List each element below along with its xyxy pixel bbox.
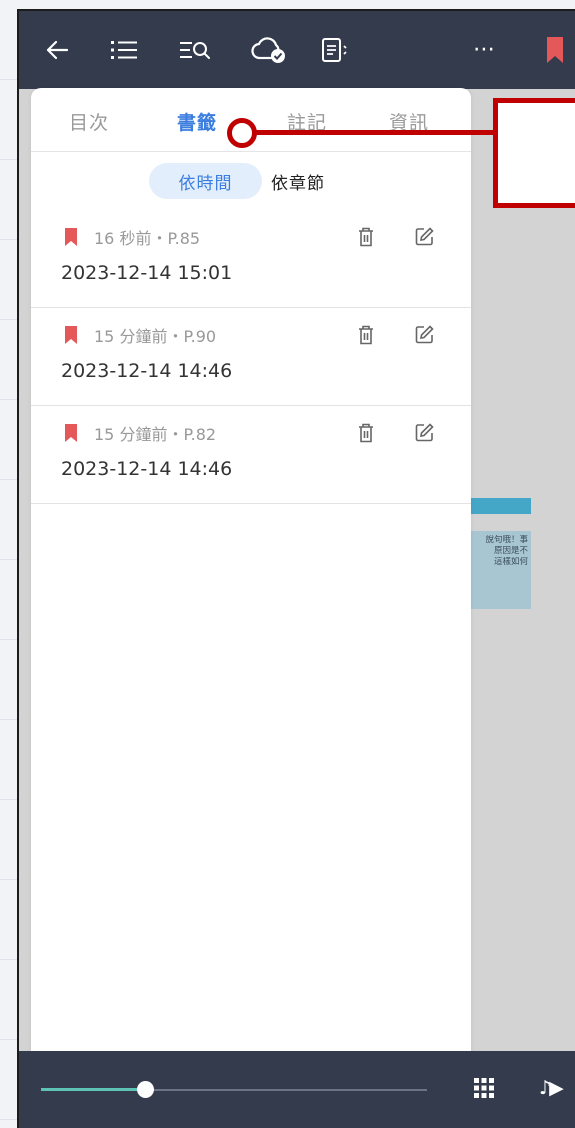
bookmark-datetime: 2023-12-14 14:46 <box>61 360 233 382</box>
cloud-check-icon[interactable] <box>249 33 289 67</box>
bookmark-meta: 16 秒前・P.85 <box>94 229 201 248</box>
sort-by-time-button[interactable]: 依時間 <box>149 163 262 199</box>
list-search-icon[interactable] <box>176 33 214 67</box>
bookmark-datetime: 2023-12-14 14:46 <box>61 458 233 480</box>
bookmark-meta: 15 分鐘前・P.90 <box>94 327 217 346</box>
top-toolbar: ⋯ <box>19 11 575 89</box>
bookmark-item[interactable]: 15 分鐘前・P.90 2023-12-14 14:46 <box>31 308 471 406</box>
callout-dot <box>227 118 257 148</box>
tab-contents[interactable]: 目次 <box>69 108 109 135</box>
audio-play-icon[interactable]: ♪▶ <box>539 1077 564 1099</box>
page-text-line: 說句哦！事 <box>485 535 528 545</box>
tab-bookmarks[interactable]: 書籤 <box>177 108 217 135</box>
list-icon[interactable] <box>107 33 141 67</box>
page-text-line: 這樣如何 <box>493 557 528 567</box>
more-icon[interactable]: ⋯ <box>467 33 501 67</box>
sort-by-chapter-button[interactable]: 依章節 <box>271 163 325 199</box>
arrow-left-icon[interactable] <box>41 33 73 67</box>
bookmark-panel: 目次 書籤 註記 資訊 依時間 依章節 16 秒前・P.85 2023-12-1… <box>31 88 471 1088</box>
edit-icon[interactable] <box>415 325 434 344</box>
bookmark-list: 16 秒前・P.85 2023-12-14 15:01 15 分鐘前・P.90 … <box>31 210 471 504</box>
callout-line <box>247 130 497 135</box>
bookmark-flag-icon <box>65 326 77 344</box>
app-window: ⋯ 說句哦！事 原因是不 這樣如何 目次 書籤 註記 資訊 依時間 依章節 16… <box>17 9 575 1128</box>
bottom-toolbar: ♪▶ <box>19 1051 575 1128</box>
page-text-line: 原因是不 <box>493 546 528 556</box>
edit-icon[interactable] <box>415 423 434 442</box>
grid-icon[interactable] <box>474 1078 494 1098</box>
bookmark-flag-icon <box>65 228 77 246</box>
sort-toggle: 依時間 依章節 <box>31 163 471 199</box>
bookmark-flag-icon <box>65 424 77 442</box>
trash-icon[interactable] <box>358 423 374 443</box>
trash-icon[interactable] <box>358 227 374 247</box>
document-icon[interactable] <box>319 33 353 67</box>
trash-icon[interactable] <box>358 325 374 345</box>
edit-icon[interactable] <box>415 227 434 246</box>
bookmark-icon[interactable] <box>544 33 566 67</box>
reading-progress-fill <box>41 1088 146 1091</box>
page-heading-strip <box>469 498 531 514</box>
page-text-block: 說句哦！事 原因是不 這樣如何 <box>469 531 531 609</box>
callout-box <box>493 98 575 208</box>
bookmark-item[interactable]: 15 分鐘前・P.82 2023-12-14 14:46 <box>31 406 471 504</box>
bookmark-datetime: 2023-12-14 15:01 <box>61 262 233 284</box>
reading-progress-handle[interactable] <box>137 1081 155 1098</box>
bookmark-meta: 15 分鐘前・P.82 <box>94 425 217 444</box>
bookmark-item[interactable]: 16 秒前・P.85 2023-12-14 15:01 <box>31 210 471 308</box>
